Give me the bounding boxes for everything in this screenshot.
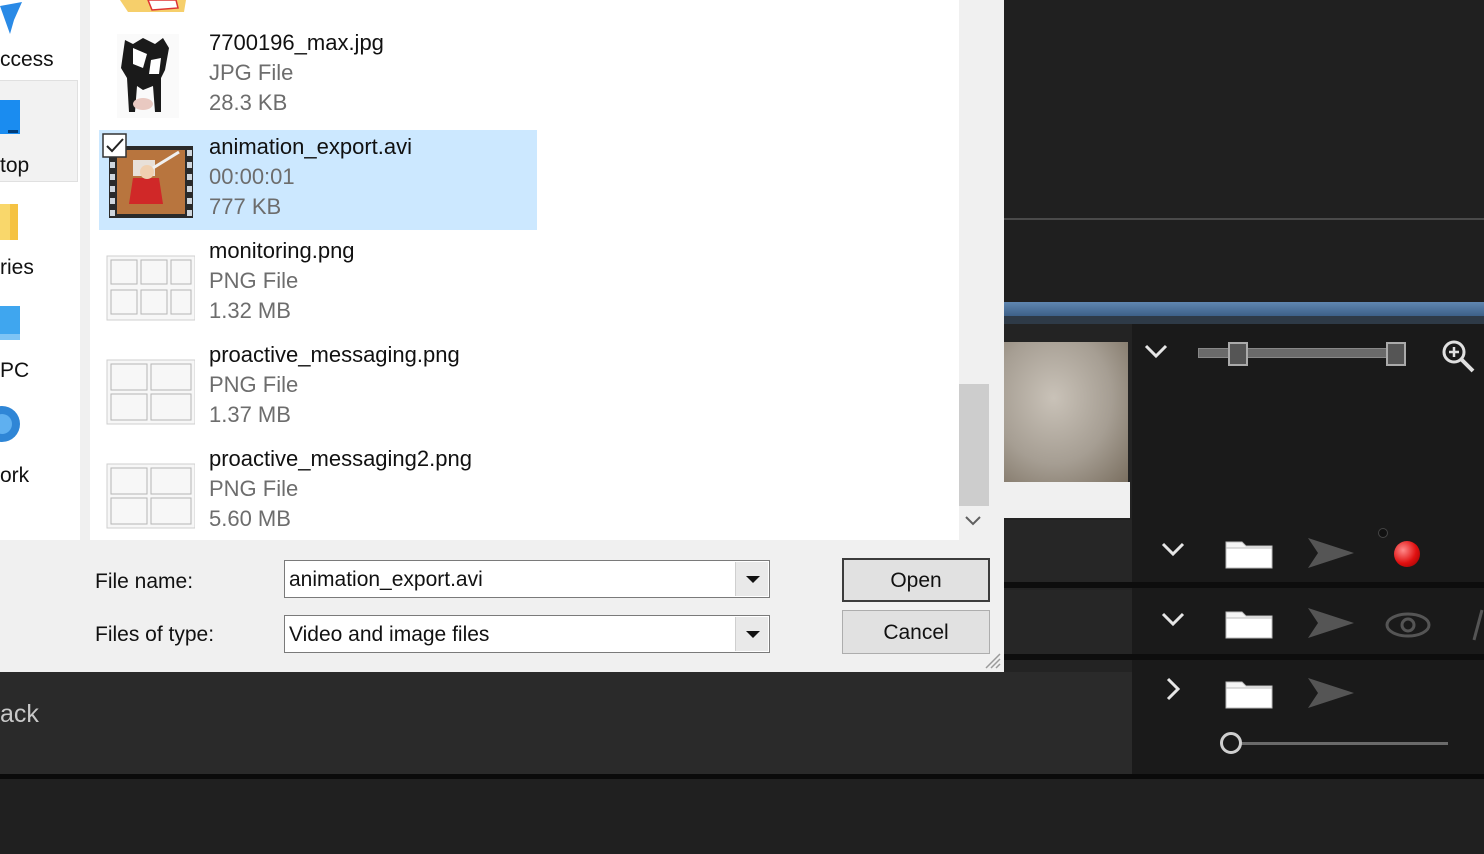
- sketch-thumbnail: [103, 346, 196, 430]
- file-type: JPG File: [209, 60, 294, 85]
- nav-item-quick-access[interactable]: ccess: [0, 48, 54, 72]
- file-name: proactive_messaging.png: [209, 342, 460, 367]
- file-type: PNG File: [209, 476, 299, 501]
- file-size: 1.32 MB: [209, 298, 291, 323]
- file-name: proactive_messaging2.png: [209, 446, 472, 471]
- back-label[interactable]: ack: [0, 700, 39, 729]
- app-middle-panel: [1004, 220, 1484, 302]
- file-name-input[interactable]: animation_export.avi: [289, 568, 483, 592]
- track-separator: [1004, 582, 1484, 588]
- star-icon: [0, 0, 24, 41]
- folder-icon[interactable]: [1224, 536, 1273, 569]
- file-name-combobox[interactable]: animation_export.avi: [284, 560, 770, 598]
- status-dot: [1378, 528, 1388, 538]
- app-footer: [0, 779, 1484, 854]
- libraries-icon: [0, 200, 24, 249]
- pdf-file-icon: [118, 0, 188, 23]
- desktop-icon: [0, 96, 24, 145]
- file-size: 28.3 KB: [209, 90, 288, 115]
- file-size: 5.60 MB: [209, 506, 291, 531]
- eye-icon[interactable]: [1384, 610, 1432, 645]
- send-arrow-icon[interactable]: [1306, 604, 1356, 647]
- file-name-label: File name:: [95, 570, 194, 593]
- file-item[interactable]: proactive_messaging2.png PNG File 5.60 M…: [99, 442, 537, 542]
- nav-item-this-pc[interactable]: PC: [0, 359, 29, 383]
- open-file-dialog: ccess top ries PC ork 7700196_max.jpg JP…: [0, 0, 1004, 672]
- cow-image-thumbnail: [103, 34, 195, 118]
- scrollbar-thumb[interactable]: [959, 384, 989, 506]
- file-name: animation_export.avi: [209, 134, 413, 159]
- nav-item-libraries[interactable]: ries: [0, 256, 34, 280]
- folder-icon[interactable]: [1224, 606, 1273, 639]
- file-duration: 00:00:01: [209, 164, 295, 189]
- checkbox-checked-icon[interactable]: [102, 133, 128, 164]
- file-name: monitoring.png: [209, 238, 355, 263]
- timeline-header-bar: [1004, 302, 1484, 316]
- file-name-dropdown-button[interactable]: [735, 562, 768, 596]
- file-type: PNG File: [209, 268, 299, 293]
- edit-icon[interactable]: [1472, 608, 1484, 647]
- open-button[interactable]: Open: [842, 558, 990, 602]
- resize-grip-icon[interactable]: [982, 650, 1002, 670]
- track-row-1[interactable]: [1004, 520, 1132, 582]
- file-name: 7700196_max.jpg: [209, 30, 384, 55]
- file-type-select[interactable]: Video and image files: [284, 615, 770, 653]
- network-icon: [0, 400, 24, 453]
- file-type: PNG File: [209, 372, 299, 397]
- file-size: 777 KB: [209, 194, 282, 219]
- zoom-in-icon[interactable]: [1440, 338, 1476, 379]
- app-top-panel: [1004, 0, 1484, 218]
- app-bottom-panel: [0, 672, 1132, 774]
- chevron-right-icon[interactable]: [1164, 676, 1182, 707]
- nav-item-network[interactable]: ork: [0, 464, 29, 488]
- cancel-button[interactable]: Cancel: [842, 610, 990, 654]
- file-size: 1.37 MB: [209, 402, 291, 427]
- clip-preview-thumbnail[interactable]: [1004, 342, 1128, 482]
- navigation-pane: ccess top ries PC ork: [0, 0, 80, 540]
- track-seek-knob[interactable]: [1220, 732, 1242, 754]
- file-item[interactable]: monitoring.png PNG File 1.32 MB: [99, 234, 537, 334]
- chevron-down-icon[interactable]: [1143, 338, 1169, 364]
- computer-icon: [0, 302, 24, 351]
- record-icon[interactable]: [1394, 541, 1420, 567]
- file-item[interactable]: 7700196_max.jpg JPG File 28.3 KB: [99, 26, 537, 126]
- chevron-down-icon[interactable]: [1160, 610, 1186, 633]
- track-separator: [1004, 654, 1484, 660]
- track-row-2[interactable]: [1004, 590, 1132, 654]
- scroll-down-arrow-icon[interactable]: [963, 512, 983, 533]
- file-type-dropdown-button[interactable]: [735, 617, 768, 651]
- file-type-label: Files of type:: [95, 623, 215, 646]
- timeline-header-shadow: [1004, 316, 1484, 324]
- file-type-value[interactable]: Video and image files: [289, 623, 489, 647]
- zoom-slider-left-handle[interactable]: [1228, 342, 1248, 366]
- send-arrow-icon[interactable]: [1306, 674, 1356, 717]
- sketch-thumbnail: [103, 242, 196, 326]
- nav-item-desktop[interactable]: top: [0, 154, 29, 178]
- track-seek-slider[interactable]: [1236, 742, 1448, 745]
- zoom-slider-right-handle[interactable]: [1386, 342, 1406, 366]
- chevron-down-icon[interactable]: [1160, 540, 1186, 563]
- clip-label-area: [1004, 482, 1130, 518]
- send-arrow-icon[interactable]: [1306, 534, 1356, 577]
- sketch-thumbnail: [103, 450, 196, 534]
- folder-icon[interactable]: [1224, 676, 1273, 709]
- file-item[interactable]: proactive_messaging.png PNG File 1.37 MB: [99, 338, 537, 438]
- file-item-selected[interactable]: animation_export.avi 00:00:01 777 KB: [99, 130, 537, 230]
